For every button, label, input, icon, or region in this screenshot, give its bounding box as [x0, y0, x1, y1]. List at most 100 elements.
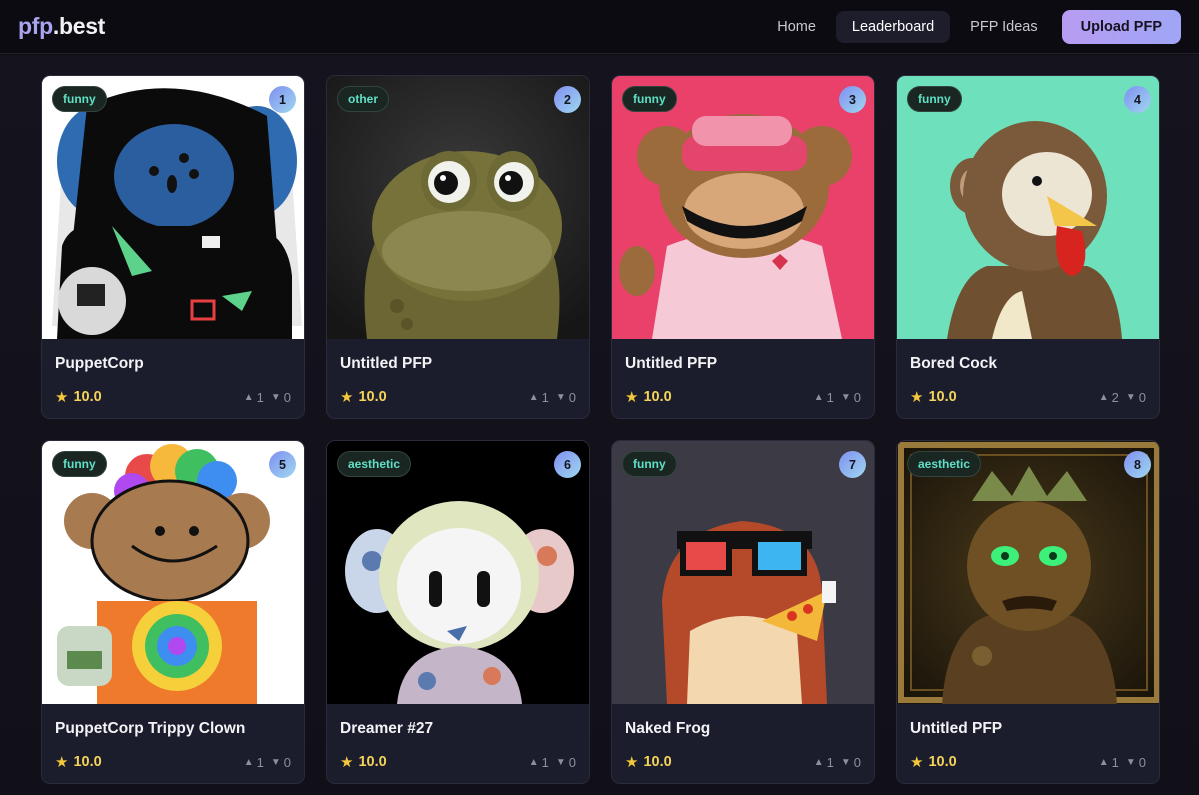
upvote-arrow-icon: ▲ — [528, 756, 539, 768]
score-value: 10.0 — [358, 754, 387, 770]
upvote-arrow-icon: ▲ — [1098, 756, 1109, 768]
downvote-button[interactable]: ▼ 0 — [1126, 755, 1146, 770]
star-icon: ★ — [625, 389, 639, 406]
upvote-button[interactable]: ▲ 2 — [1099, 390, 1119, 405]
downvote-button[interactable]: ▼ 0 — [841, 755, 861, 770]
upvote-button[interactable]: ▲ 1 — [814, 755, 834, 770]
vote-counts: ▲ 1 ▼ 0 — [814, 755, 861, 770]
category-tag[interactable]: aesthetic — [907, 451, 982, 477]
pfp-image: aesthetic 6 — [327, 441, 589, 704]
upload-pfp-button[interactable]: Upload PFP — [1061, 9, 1181, 44]
leaderboard-main: funny 1 PuppetCorp ★ 10.0 ▲ 1 ▼ 0 other … — [0, 55, 1199, 795]
downvote-button[interactable]: ▼ 0 — [556, 390, 576, 405]
card-info: Untitled PFP ★ 10.0 ▲ 1 ▼ 0 — [612, 339, 874, 406]
pfp-image: funny 4 — [897, 76, 1159, 339]
rank-badge: 6 — [554, 451, 581, 478]
category-tag[interactable]: aesthetic — [337, 451, 412, 477]
upvote-count: 1 — [1111, 754, 1119, 770]
category-tag[interactable]: funny — [52, 86, 107, 112]
card-title[interactable]: PuppetCorp Trippy Clown — [55, 720, 291, 740]
score-value: 10.0 — [73, 389, 102, 405]
pfp-image: aesthetic 8 — [897, 441, 1159, 704]
pfp-image: funny 7 — [612, 441, 874, 704]
pfp-image: other 2 — [327, 76, 589, 339]
logo-prefix: pfp — [18, 13, 53, 39]
nav-home[interactable]: Home — [761, 11, 832, 43]
card-info: Dreamer #27 ★ 10.0 ▲ 1 ▼ 0 — [327, 704, 589, 771]
category-tag[interactable]: funny — [52, 451, 107, 477]
card-meta: ★ 10.0 ▲ 1 ▼ 0 — [625, 753, 861, 771]
pfp-image: funny 3 — [612, 76, 874, 339]
downvote-count: 0 — [568, 389, 576, 405]
score: ★ 10.0 — [625, 753, 672, 771]
upvote-button[interactable]: ▲ 1 — [244, 390, 264, 405]
vote-counts: ▲ 1 ▼ 0 — [244, 755, 291, 770]
downvote-button[interactable]: ▼ 0 — [841, 390, 861, 405]
pixel-monkey-image — [612, 76, 874, 339]
card-info: Naked Frog ★ 10.0 ▲ 1 ▼ 0 — [612, 704, 874, 771]
upvote-count: 1 — [541, 389, 549, 405]
pfp-card[interactable]: funny 1 PuppetCorp ★ 10.0 ▲ 1 ▼ 0 — [41, 75, 305, 419]
upvote-button[interactable]: ▲ 1 — [1099, 755, 1119, 770]
card-title[interactable]: Untitled PFP — [340, 355, 576, 375]
score-value: 10.0 — [928, 754, 957, 770]
score-value: 10.0 — [73, 754, 102, 770]
card-title[interactable]: Naked Frog — [625, 720, 861, 740]
nav-leaderboard[interactable]: Leaderboard — [835, 10, 951, 43]
site-logo[interactable]: pfp.best — [18, 13, 105, 40]
pfp-card[interactable]: funny 5 PuppetCorp Trippy Clown ★ 10.0 ▲ 1… — [41, 440, 305, 784]
category-tag[interactable]: funny — [622, 86, 677, 112]
star-icon: ★ — [910, 754, 924, 771]
score: ★ 10.0 — [625, 388, 672, 406]
card-title[interactable]: Untitled PFP — [910, 720, 1146, 740]
pfp-card[interactable]: other 2 Untitled PFP ★ 10.0 ▲ 1 ▼ 0 — [326, 75, 590, 419]
downvote-arrow-icon: ▼ — [840, 391, 851, 403]
star-icon: ★ — [340, 389, 354, 406]
upvote-button[interactable]: ▲ 1 — [529, 390, 549, 405]
downvote-button[interactable]: ▼ 0 — [1126, 390, 1146, 405]
card-title[interactable]: Bored Cock — [910, 355, 1146, 375]
star-icon: ★ — [55, 389, 69, 406]
bored-cock-image — [897, 76, 1159, 339]
downvote-button[interactable]: ▼ 0 — [556, 755, 576, 770]
card-meta: ★ 10.0 ▲ 1 ▼ 0 — [55, 753, 291, 771]
card-info: Untitled PFP ★ 10.0 ▲ 1 ▼ 0 — [327, 339, 589, 406]
downvote-arrow-icon: ▼ — [1125, 756, 1136, 768]
card-title[interactable]: PuppetCorp — [55, 355, 291, 375]
card-meta: ★ 10.0 ▲ 1 ▼ 0 — [55, 388, 291, 406]
card-info: PuppetCorp Trippy Clown ★ 10.0 ▲ 1 ▼ 0 — [42, 704, 304, 771]
upvote-button[interactable]: ▲ 1 — [529, 755, 549, 770]
main-nav: Home Leaderboard PFP Ideas Upload PFP — [757, 9, 1181, 44]
card-title[interactable]: Untitled PFP — [625, 355, 861, 375]
star-icon: ★ — [55, 754, 69, 771]
pfp-card[interactable]: aesthetic 6 Dreamer #27 ★ 10.0 ▲ 1 ▼ 0 — [326, 440, 590, 784]
upvote-arrow-icon: ▲ — [243, 756, 254, 768]
score: ★ 10.0 — [340, 388, 387, 406]
upvote-button[interactable]: ▲ 1 — [244, 755, 264, 770]
nav-pfp-ideas[interactable]: PFP Ideas — [954, 11, 1053, 43]
pfp-card[interactable]: funny 7 Naked Frog ★ 10.0 ▲ 1 ▼ 0 — [611, 440, 875, 784]
trippy-clown-image — [42, 441, 304, 704]
downvote-button[interactable]: ▼ 0 — [271, 755, 291, 770]
downvote-arrow-icon: ▼ — [840, 756, 851, 768]
naked-frog-image — [612, 441, 874, 704]
vote-counts: ▲ 1 ▼ 0 — [1099, 755, 1146, 770]
pfp-card[interactable]: aesthetic 8 Untitled PFP ★ 10.0 ▲ 1 ▼ 0 — [896, 440, 1160, 784]
category-tag[interactable]: funny — [622, 451, 677, 477]
pfp-card[interactable]: funny 4 Bored Cock ★ 10.0 ▲ 2 ▼ 0 — [896, 75, 1160, 419]
card-title[interactable]: Dreamer #27 — [340, 720, 576, 740]
upvote-button[interactable]: ▲ 1 — [814, 390, 834, 405]
rank-badge: 3 — [839, 86, 866, 113]
downvote-arrow-icon: ▼ — [555, 391, 566, 403]
category-tag[interactable]: funny — [907, 86, 962, 112]
pfp-card[interactable]: funny 3 Untitled PFP ★ 10.0 ▲ 1 ▼ 0 — [611, 75, 875, 419]
downvote-count: 0 — [283, 754, 291, 770]
downvote-count: 0 — [283, 389, 291, 405]
clay-frog-image — [327, 76, 589, 339]
downvote-button[interactable]: ▼ 0 — [271, 390, 291, 405]
category-tag[interactable]: other — [337, 86, 389, 112]
upvote-arrow-icon: ▲ — [813, 391, 824, 403]
upvote-count: 1 — [826, 754, 834, 770]
card-meta: ★ 10.0 ▲ 1 ▼ 0 — [910, 753, 1146, 771]
vote-counts: ▲ 1 ▼ 0 — [529, 755, 576, 770]
